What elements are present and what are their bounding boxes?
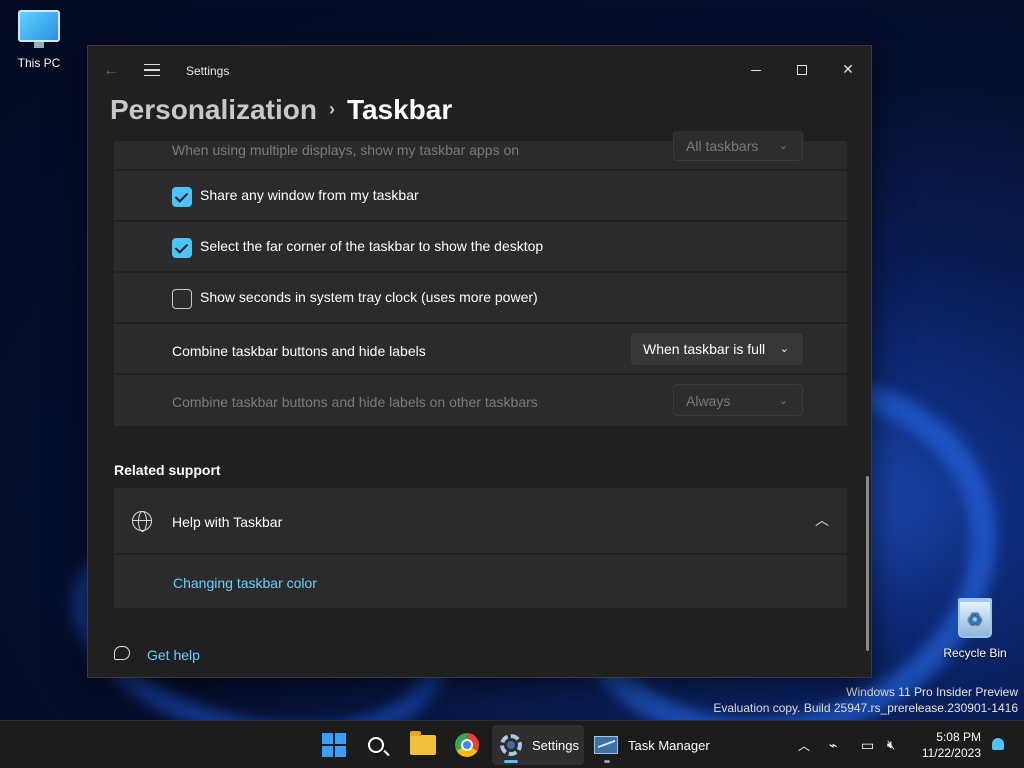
clock-date: 11/22/2023 [921,746,981,760]
app-title: Settings [186,64,230,78]
network-icon[interactable]: ⌁ [829,721,837,768]
setting-combine-buttons: Combine taskbar buttons and hide labels … [114,324,847,375]
help-links: Changing taskbar color [114,555,847,608]
multi-display-dropdown[interactable]: All taskbars ⌄ [673,131,803,161]
checkbox-label[interactable]: Select the far corner of the taskbar to … [200,238,543,254]
active-indicator [504,760,518,763]
chrome-icon [455,733,479,757]
globe-icon [132,511,152,532]
watermark-line2: Evaluation copy. Build 25947.rs_prerelea… [713,701,1018,715]
taskbar-app-label: Task Manager [628,737,710,753]
back-arrow-icon[interactable]: ← [103,62,119,80]
taskbar: Settings Task Manager ︿ ⌁ ▭ 🔇︎ 5:08 PM 1… [0,720,1024,768]
start-button[interactable] [322,725,346,765]
display-icon[interactable]: ▭ [861,721,874,768]
search-button[interactable] [368,725,384,765]
desktop-icon-label: Recycle Bin [943,646,1007,660]
gear-icon [500,734,522,756]
close-button[interactable]: ✕ [825,54,871,84]
minimize-icon [751,69,761,71]
windows-logo-icon [322,733,346,757]
maximize-button[interactable] [779,54,825,84]
chevron-right-icon: › [328,99,335,119]
scrollbar[interactable] [866,476,869,651]
file-explorer-button[interactable] [410,725,436,765]
recycle-bin-icon: ♻ [958,598,992,638]
title-bar: ← Settings ✕ [88,46,871,96]
search-icon [368,737,384,753]
setting-label: Combine taskbar buttons and hide labels … [172,394,538,410]
close-icon: ✕ [842,61,854,77]
running-indicator [604,760,610,763]
monitor-icon [18,10,60,48]
help-label: Help with Taskbar [172,514,283,530]
settings-window: ← Settings ✕ Personalization › Taskbar Whe… [87,45,872,678]
chevron-up-icon: ︿ [798,738,811,753]
help-with-taskbar-header[interactable]: Help with Taskbar ︿ [114,488,847,555]
setting-multi-display: When using multiple displays, show my ta… [114,131,847,171]
desktop-icon-label: This PC [17,56,61,70]
watermark-line1: Windows 11 Pro Insider Preview [846,685,1018,699]
show-seconds-checkbox[interactable] [172,289,192,309]
setting-far-corner: Select the far corner of the taskbar to … [114,222,847,273]
link-changing-taskbar-color[interactable]: Changing taskbar color [173,575,317,591]
combine-buttons-dropdown[interactable]: When taskbar is full ⌄ [631,333,803,365]
desktop-icon-this-pc[interactable]: This PC [0,10,78,70]
notification-bell-icon[interactable] [992,738,1004,750]
maximize-icon [797,65,807,76]
chevron-down-icon: ⌄ [778,140,788,152]
related-support-title: Related support [114,462,221,478]
setting-label: When using multiple displays, show my ta… [172,142,520,158]
get-help-icon[interactable] [114,646,130,660]
hamburger-menu-icon[interactable] [144,64,160,76]
dropdown-value: Always [686,393,731,409]
page-title: Taskbar [346,94,453,125]
chevron-down-icon: ⌄ [779,343,789,355]
setting-share-window: Share any window from my taskbar [114,171,847,222]
checkbox-label[interactable]: Share any window from my taskbar [200,187,419,203]
setting-label: Combine taskbar buttons and hide labels [172,343,426,359]
combine-other-dropdown[interactable]: Always ⌄ [673,384,803,416]
taskbar-task-manager-button[interactable]: Task Manager [594,725,714,765]
breadcrumb: Personalization › Taskbar [110,94,452,126]
get-help-link[interactable]: Get help [147,647,200,663]
setting-combine-other: Combine taskbar buttons and hide labels … [114,375,847,426]
chrome-button[interactable] [455,725,479,765]
task-manager-icon [594,736,618,754]
chevron-down-icon: ⌄ [778,395,788,407]
clock[interactable]: 5:08 PM 11/22/2023 [922,729,981,761]
help-expander: Help with Taskbar ︿ Changing taskbar col… [114,488,847,610]
taskbar-app-label: Settings [532,737,579,753]
minimize-button[interactable] [733,54,779,84]
show-hidden-icons-button[interactable]: ︿ [798,721,810,768]
breadcrumb-personalization[interactable]: Personalization [110,94,317,125]
clock-time: 5:08 PM [936,730,981,744]
chevron-up-icon[interactable]: ︿ [815,510,829,530]
taskbar-settings-button[interactable]: Settings [492,725,584,765]
setting-show-seconds: Show seconds in system tray clock (uses … [114,273,847,324]
settings-list: When using multiple displays, show my ta… [114,131,847,426]
checkbox-label[interactable]: Show seconds in system tray clock (uses … [200,289,538,305]
volume-muted-icon[interactable]: 🔇︎ [887,721,895,768]
share-window-checkbox[interactable] [172,187,192,207]
dropdown-value: All taskbars [686,138,759,154]
desktop-icon-recycle-bin[interactable]: ♻ Recycle Bin [936,598,1014,660]
folder-icon [410,731,436,755]
far-corner-checkbox[interactable] [172,238,192,258]
dropdown-value: When taskbar is full [643,341,766,357]
